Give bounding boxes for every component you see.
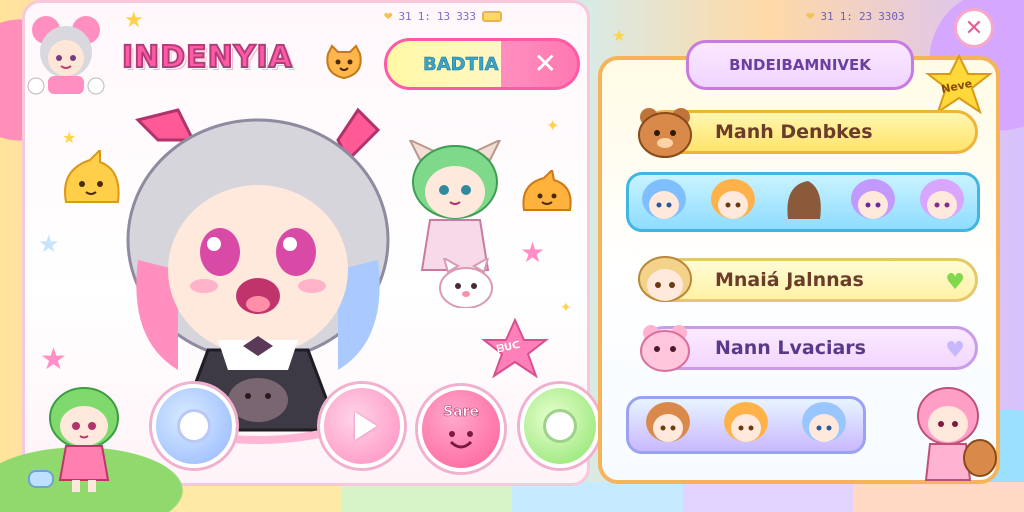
bubble-icon [543, 409, 577, 443]
list-item-label: Manh Denbkes [715, 121, 873, 143]
status-time: 31 [398, 9, 412, 23]
status-label-a: 13 [436, 9, 451, 23]
status-label: 23 [858, 9, 873, 23]
smile-face-icon [449, 431, 473, 449]
star-sparkle-icon: ★ [612, 26, 627, 45]
star-sparkle-icon: ★ [40, 342, 67, 377]
green-haired-girl-sprite[interactable] [44, 384, 124, 494]
brown-creature-icon [787, 181, 821, 219]
heart-status-icon: ❤ [806, 8, 815, 24]
list-item-label: Nann Lvaciars [715, 337, 866, 359]
status-label-b: 3303 [878, 9, 905, 23]
options-bubble-button[interactable] [520, 384, 600, 468]
player-avatar[interactable] [26, 10, 106, 98]
character-group-strip[interactable] [626, 396, 866, 454]
orange-hair-character-icon [724, 402, 768, 442]
star-sparkle-icon: ★ [124, 8, 144, 33]
white-bunny-mascot[interactable] [436, 258, 496, 308]
orange-hair-character-icon [711, 179, 756, 219]
character-group-strip[interactable] [626, 172, 980, 232]
save-button[interactable]: Sare [418, 386, 504, 472]
close-menu-button[interactable]: ✕ [954, 8, 994, 48]
bear-avatar-icon [638, 108, 692, 158]
star-sparkle-icon: ✦ [546, 116, 560, 135]
status-label-b: 333 [456, 9, 477, 23]
save-button-label: Sare [443, 404, 480, 421]
heart-favorite-icon[interactable]: ♥ [945, 338, 965, 363]
speech-bubble-icon [177, 409, 211, 443]
blue-hair-character-icon [641, 179, 686, 219]
pink-hair-girl-sprite[interactable] [908, 384, 998, 494]
blue-hair-character-icon [802, 402, 846, 442]
heart-favorite-icon[interactable]: ♥ [945, 270, 965, 295]
blonde-girl-avatar-icon [638, 256, 692, 302]
character-name-pill[interactable]: BADTIA ✕ [384, 38, 580, 90]
game-title: INDENYIA [121, 39, 293, 76]
list-header: BNDEIBAMNIVEK [686, 40, 914, 90]
status-signal: 1: [417, 9, 431, 23]
heart-status-icon: ❤ [384, 8, 393, 24]
play-button[interactable] [320, 384, 404, 468]
list-item[interactable]: Manh Denbkes [638, 108, 978, 158]
star-sparkle-icon: ★ [62, 128, 77, 147]
play-icon [355, 412, 377, 440]
list-item[interactable]: Nann Lvaciars ♥ [640, 325, 978, 372]
character-name-label: BADTIA [423, 53, 499, 75]
purple-hair-character-icon [850, 179, 895, 219]
orange-blob-mascot[interactable] [520, 170, 576, 220]
star-sparkle-icon: ★ [38, 230, 60, 258]
status-bar-left: ❤ 31 1: 13 333 [384, 8, 503, 24]
lilac-hair-character-icon [920, 179, 965, 219]
status-signal: 1: [839, 9, 853, 23]
pink-bunny-avatar-icon [640, 325, 690, 372]
list-item[interactable]: Mnaiá Jalnnas ♥ [638, 256, 978, 302]
star-sparkle-icon: ✦ [560, 300, 572, 316]
cat-mascot-icon [326, 44, 362, 80]
status-time: 31 [820, 9, 834, 23]
brown-hair-character-icon [646, 402, 690, 442]
status-bar-right: ❤ 31 1: 23 3303 [806, 8, 905, 24]
star-sparkle-icon: ★ [520, 236, 546, 269]
list-item-label: Mnaiá Jalnnas [715, 269, 864, 291]
close-icon[interactable]: ✕ [534, 47, 557, 80]
battery-icon [482, 10, 503, 22]
